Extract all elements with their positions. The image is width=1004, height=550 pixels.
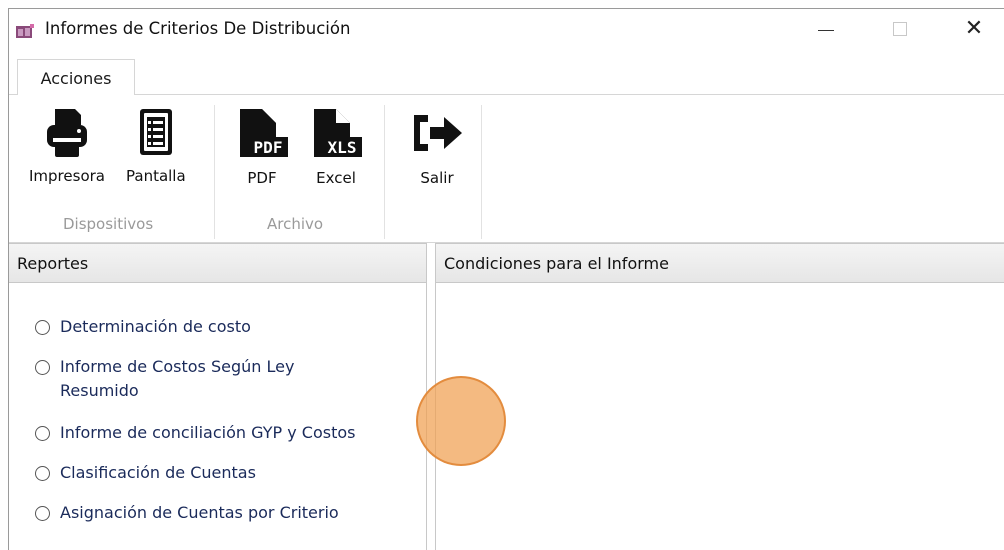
- pantalla-label: Pantalla: [126, 167, 186, 185]
- radio-circle[interactable]: [35, 360, 50, 375]
- group-label-dispositivos: Dispositivos: [63, 215, 154, 233]
- pdf-badge: PDF: [254, 138, 283, 157]
- printer-icon: [46, 109, 87, 157]
- radio-label: Informe de conciliación GYP y Costos: [60, 423, 356, 442]
- minimize-button[interactable]: [791, 9, 861, 49]
- click-highlight-indicator: [416, 376, 506, 466]
- condiciones-header: Condiciones para el Informe: [436, 243, 1004, 283]
- window-title: Informes de Criterios De Distribución: [45, 19, 351, 38]
- list-document-icon: [139, 109, 172, 155]
- ribbon-group-separator: [481, 105, 482, 239]
- radio-label: Determinación de costo: [60, 317, 251, 336]
- exit-icon: [414, 115, 462, 151]
- impresora-button[interactable]: Impresora: [29, 105, 105, 185]
- xls-badge: XLS: [328, 138, 357, 157]
- condiciones-panel: Condiciones para el Informe: [435, 243, 1004, 550]
- tab-acciones[interactable]: Acciones: [17, 59, 135, 96]
- salir-label: Salir: [420, 169, 454, 187]
- ribbon-group-separator: [384, 105, 385, 239]
- radio-circle[interactable]: [35, 320, 50, 335]
- title-bar: Informes de Criterios De Distribución ✕: [9, 9, 1004, 49]
- minimize-icon: [818, 29, 834, 31]
- radio-asignacion-cuentas[interactable]: Asignación de Cuentas por Criterio: [35, 501, 400, 525]
- radio-label: Clasificación de Cuentas: [60, 463, 256, 482]
- radio-circle[interactable]: [35, 466, 50, 481]
- ribbon-tab-row: Acciones: [9, 49, 1004, 96]
- excel-button[interactable]: XLS Excel: [308, 105, 364, 187]
- radio-clasificacion-cuentas[interactable]: Clasificación de Cuentas: [35, 461, 400, 485]
- report-window: Informes de Criterios De Distribución ✕ …: [8, 8, 1004, 550]
- close-button[interactable]: ✕: [939, 9, 1004, 49]
- salir-button[interactable]: Salir: [408, 105, 466, 187]
- close-icon: ✕: [964, 16, 984, 41]
- radio-circle[interactable]: [35, 426, 50, 441]
- xls-file-icon: XLS: [314, 109, 362, 157]
- pantalla-button[interactable]: Pantalla: [126, 105, 186, 185]
- reportes-header: Reportes: [9, 243, 426, 283]
- radio-circle[interactable]: [35, 506, 50, 521]
- top-strip: [0, 0, 1004, 8]
- radio-label: Informe de Costos Según Ley Resumido: [60, 357, 295, 400]
- reportes-panel: Reportes Determinación de costo Informe …: [9, 243, 427, 550]
- ribbon: Impresora Pantalla Dispositivos PDF PDF …: [9, 95, 1004, 243]
- pdf-button[interactable]: PDF PDF: [234, 105, 290, 187]
- radio-determinacion-costo[interactable]: Determinación de costo: [35, 315, 400, 339]
- pdf-label: PDF: [247, 169, 277, 187]
- radio-conciliacion-gyp[interactable]: Informe de conciliación GYP y Costos: [35, 421, 400, 445]
- radio-label: Asignación de Cuentas por Criterio: [60, 503, 339, 522]
- maximize-button[interactable]: [865, 9, 935, 49]
- ribbon-group-separator: [214, 105, 215, 239]
- impresora-label: Impresora: [29, 167, 105, 185]
- group-label-archivo: Archivo: [267, 215, 324, 233]
- radio-costos-segun-ley[interactable]: Informe de Costos Según Ley Resumido: [35, 355, 330, 403]
- maximize-icon: [893, 22, 907, 36]
- pdf-file-icon: PDF: [240, 109, 288, 157]
- excel-label: Excel: [316, 169, 356, 187]
- app-icon: [16, 24, 34, 38]
